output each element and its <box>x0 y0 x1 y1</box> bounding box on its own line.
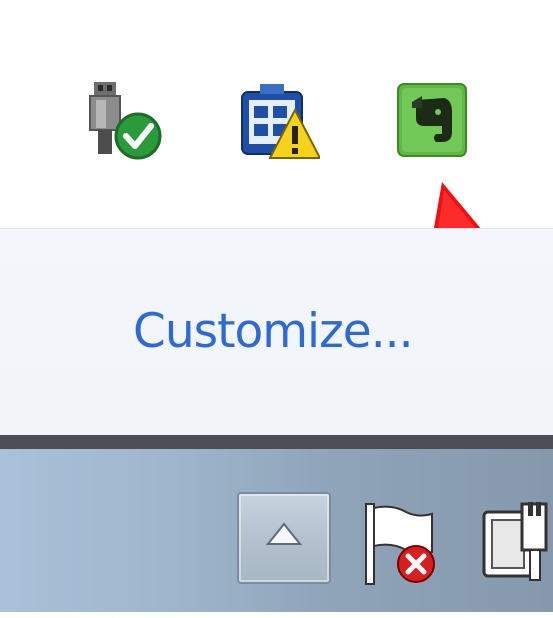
screen-bottom-edge <box>0 612 553 618</box>
chevron-up-icon <box>266 522 302 545</box>
flyout-border <box>0 435 553 449</box>
power-plug-icon[interactable] <box>482 502 553 586</box>
safely-remove-hardware-icon[interactable] <box>82 80 168 162</box>
show-hidden-icons-button[interactable] <box>237 492 331 584</box>
network-warning-icon[interactable] <box>240 82 322 160</box>
customize-link[interactable]: Customize... <box>133 302 414 362</box>
action-center-flag-error-icon[interactable] <box>362 502 442 586</box>
evernote-icon[interactable] <box>396 82 468 158</box>
